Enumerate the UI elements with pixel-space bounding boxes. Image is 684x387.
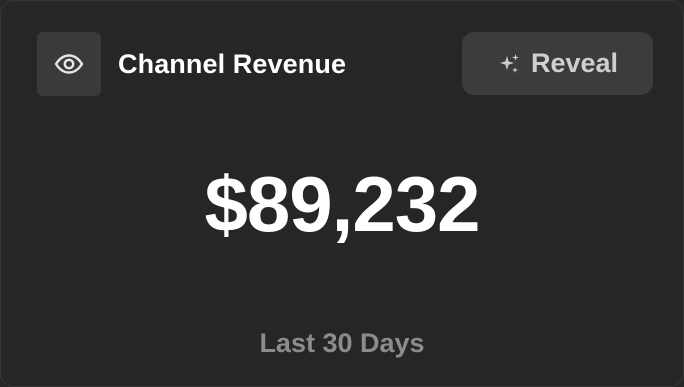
revenue-card: Channel Revenue Reveal $89,232 Last 30 D…: [0, 0, 684, 387]
eye-icon: [54, 54, 84, 74]
reveal-button-label: Reveal: [530, 48, 619, 78]
revenue-value: $89,232: [204, 160, 481, 248]
reveal-button[interactable]: Reveal: [462, 32, 653, 95]
visibility-toggle[interactable]: [37, 32, 101, 96]
period-label: Last 30 Days: [259, 328, 425, 358]
card-header: Channel Revenue Reveal: [37, 32, 653, 96]
card-title: Channel Revenue: [118, 49, 347, 79]
sparkles-icon: [497, 52, 521, 76]
